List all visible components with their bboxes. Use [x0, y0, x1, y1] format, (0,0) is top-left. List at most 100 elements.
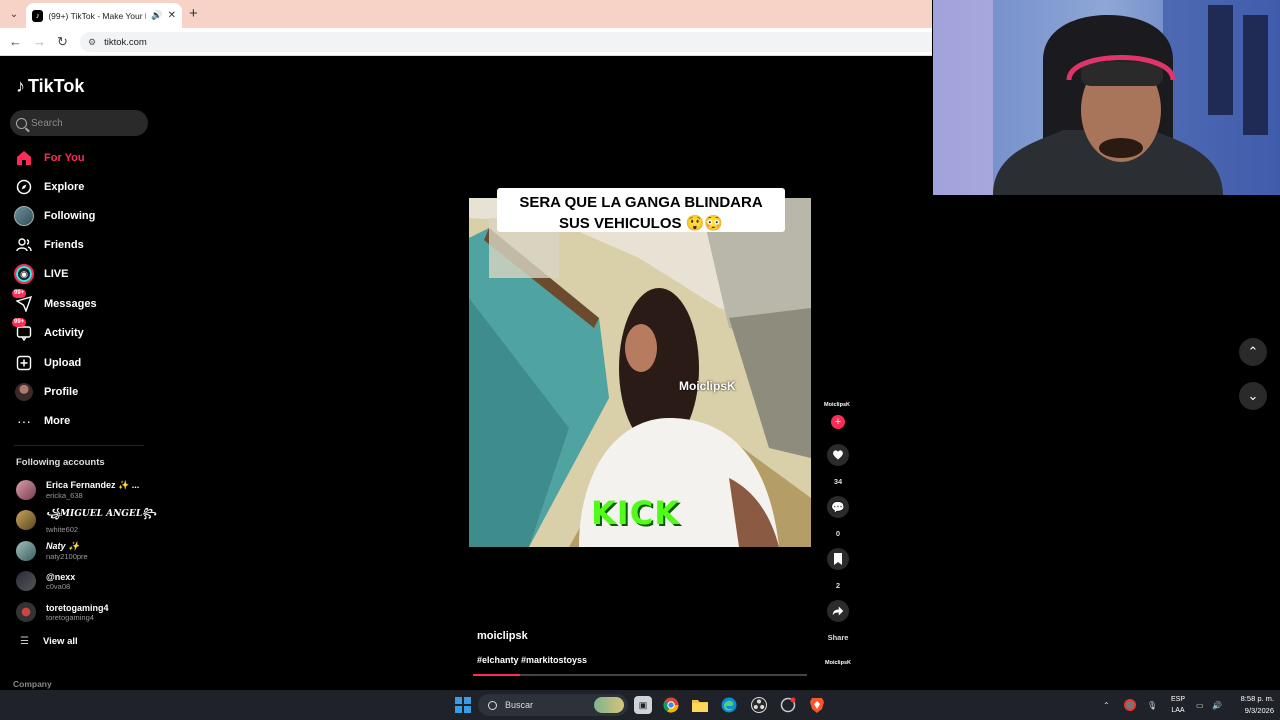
- nav-live[interactable]: ◉ LIVE: [14, 263, 68, 285]
- volume-icon[interactable]: 🔊: [1212, 690, 1222, 720]
- next-video-button[interactable]: ⌄: [1239, 382, 1267, 410]
- tiktok-sidebar: ♪ TikTok Search For You Explore Followin…: [0, 58, 160, 690]
- home-icon: [14, 148, 34, 168]
- comment-icon: 💬: [831, 501, 845, 514]
- account-name: Erica Fernandez ✨ ...: [46, 480, 140, 490]
- avatar: [16, 480, 36, 500]
- tray-app-icon[interactable]: [1124, 690, 1136, 720]
- lang-line-2: LAA: [1171, 707, 1185, 714]
- close-tab-icon[interactable]: ✕: [168, 10, 176, 21]
- comment-button[interactable]: 💬: [827, 496, 849, 518]
- avatar: [16, 510, 36, 530]
- share-label: Share: [827, 633, 849, 642]
- speaker-icon[interactable]: 🔊: [151, 10, 162, 21]
- creator-avatar-label[interactable]: MoiclipsK: [824, 402, 850, 408]
- following-avatar-icon: [14, 206, 34, 226]
- nav-activity[interactable]: 99+ Activity: [12, 318, 84, 344]
- file-explorer-icon[interactable]: [691, 696, 709, 714]
- nav-label: Activity: [44, 327, 84, 339]
- search-highlight-image: [594, 697, 624, 713]
- caption-line-1: SERA QUE LA GANGA BLINDARA: [519, 194, 763, 211]
- app-icon[interactable]: [779, 696, 797, 714]
- video-progress-bar[interactable]: [473, 674, 807, 676]
- site-settings-icon[interactable]: ⚙: [88, 37, 96, 48]
- tab-search-chevron-icon[interactable]: ⌄: [6, 6, 22, 22]
- comment-count: 0: [835, 529, 841, 538]
- obs-icon[interactable]: [750, 696, 768, 714]
- chrome-icon[interactable]: [662, 696, 680, 714]
- activity-icon: 99+: [12, 318, 34, 343]
- video-hashtags[interactable]: #elchanty #markitostoyss: [477, 655, 587, 665]
- nav-messages[interactable]: 99+ Messages: [12, 289, 97, 315]
- following-account[interactable]: ꧁MIGUEL ANGEL꧂ twhite602: [16, 508, 156, 534]
- tiktok-logo[interactable]: ♪ TikTok: [16, 76, 84, 97]
- clock-date: 9/3/2026: [1244, 706, 1274, 715]
- account-name: Naty ✨: [46, 541, 80, 551]
- microphone-icon[interactable]: 🎙: [1147, 690, 1157, 720]
- network-icon[interactable]: ▭: [1196, 690, 1204, 720]
- avatar: [16, 541, 36, 561]
- previous-video-button[interactable]: ⌃: [1239, 338, 1267, 366]
- heart-icon: [833, 450, 843, 460]
- live-icon: ◉: [14, 264, 34, 284]
- follow-plus-icon[interactable]: +: [831, 415, 845, 429]
- video-username[interactable]: moiclipsk: [477, 630, 528, 642]
- nav-following[interactable]: Following: [14, 205, 95, 227]
- share-button[interactable]: [827, 600, 849, 622]
- save-count: 2: [835, 581, 841, 590]
- list-icon: ☰: [20, 636, 29, 647]
- tab-title: (99+) TikTok - Make Your Day: [48, 10, 146, 21]
- avatar: [16, 602, 36, 622]
- nav-more[interactable]: ··· More: [14, 410, 70, 432]
- new-tab-icon[interactable]: +: [189, 5, 198, 22]
- like-count: 34: [833, 477, 843, 486]
- avatar: [16, 571, 36, 591]
- tiktok-note-icon: ♪: [16, 76, 25, 96]
- account-handle: ericka_638: [46, 491, 83, 500]
- following-account[interactable]: Erica Fernandez ✨ ... ericka_638: [16, 478, 139, 502]
- view-all-button[interactable]: ☰ View all: [20, 636, 78, 647]
- task-view-icon[interactable]: ▣: [634, 696, 652, 714]
- input-language[interactable]: ESP LAA: [1168, 694, 1188, 716]
- nav-friends[interactable]: Friends: [14, 234, 84, 256]
- edge-icon[interactable]: [720, 696, 738, 714]
- view-all-label: View all: [42, 636, 78, 647]
- nav-for-you[interactable]: For You: [14, 147, 85, 169]
- following-account[interactable]: toretogaming4 toretogaming4: [16, 600, 109, 624]
- account-name: @nexx: [46, 571, 76, 582]
- nav-explore[interactable]: Explore: [14, 176, 84, 198]
- system-clock[interactable]: 8:58 p. m. 9/3/2026: [1226, 693, 1274, 717]
- nav-label: Friends: [44, 239, 84, 251]
- account-handle: toretogaming4: [46, 612, 94, 622]
- next-creator-label[interactable]: MoiclipsK: [825, 660, 851, 666]
- browser-tab-tiktok[interactable]: ♪ (99+) TikTok - Make Your Day 🔊 ✕: [26, 3, 182, 28]
- profile-avatar-icon: [14, 382, 34, 402]
- address-bar[interactable]: ⚙ tiktok.com: [80, 32, 932, 52]
- screen: ⌄ ♪ (99+) TikTok - Make Your Day 🔊 ✕ + ←…: [0, 0, 1280, 720]
- following-account[interactable]: @nexx c0va08: [16, 569, 75, 593]
- chevron-down-icon: ⌄: [1247, 388, 1259, 403]
- back-arrow-icon[interactable]: ←: [9, 34, 22, 49]
- upload-icon: [14, 353, 34, 373]
- brave-icon[interactable]: [808, 696, 826, 714]
- nav-upload[interactable]: Upload: [14, 352, 81, 374]
- nav-profile[interactable]: Profile: [14, 381, 78, 403]
- browser-tab-bar: ⌄ ♪ (99+) TikTok - Make Your Day 🔊 ✕ +: [0, 0, 932, 28]
- search-placeholder: Search: [31, 117, 63, 129]
- video-player[interactable]: MoiclipsK KICK: [469, 198, 811, 547]
- windows-taskbar: Buscar ▣ ⌃ 🎙 ESP LAA ▭ 🔊 8:58 p. m. 9/3/…: [0, 690, 1280, 720]
- following-account[interactable]: Naty ✨ naty2100pre: [16, 539, 88, 563]
- messages-icon: 99+: [12, 289, 34, 314]
- taskbar-search-box[interactable]: Buscar: [478, 694, 628, 716]
- search-input[interactable]: Search: [10, 110, 148, 136]
- windows-start-icon[interactable]: [455, 697, 471, 713]
- company-link[interactable]: Company: [13, 679, 52, 689]
- tray-chevron-icon[interactable]: ⌃: [1103, 690, 1110, 720]
- account-handle: naty2100pre: [46, 552, 88, 561]
- like-button[interactable]: [827, 444, 849, 466]
- forward-arrow-icon[interactable]: →: [33, 34, 46, 49]
- caption-line-2: SUS VEHICULOS 😲😳: [558, 215, 724, 232]
- save-button[interactable]: [827, 548, 849, 570]
- reload-icon[interactable]: ↻: [57, 34, 68, 50]
- search-icon: [16, 117, 27, 129]
